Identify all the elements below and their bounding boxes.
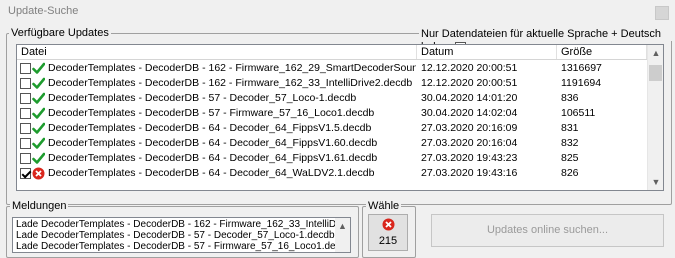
cell-size: 1191694 bbox=[561, 77, 602, 89]
column-header-file[interactable]: Datei bbox=[17, 45, 417, 59]
cell-size: 106511 bbox=[561, 107, 596, 119]
column-header-size[interactable]: Größe bbox=[557, 45, 647, 59]
cell-file: DecoderTemplates - DecoderDB - 57 - Deco… bbox=[48, 92, 357, 104]
table-row[interactable]: DecoderTemplates - DecoderDB - 57 - Firm… bbox=[17, 106, 647, 121]
cell-size: 832 bbox=[561, 137, 579, 149]
cell-file: DecoderTemplates - DecoderDB - 57 - Firm… bbox=[48, 107, 375, 119]
language-filter[interactable]: Nur Datendateien für aktuelle Sprache + … bbox=[419, 28, 675, 53]
cell-size: 826 bbox=[561, 167, 579, 179]
available-updates-legend: Verfügbare Updates bbox=[9, 27, 111, 39]
selected-count: 215 bbox=[378, 235, 398, 247]
scroll-thumb[interactable] bbox=[649, 65, 662, 81]
table-scrollbar[interactable]: ▲ ▼ bbox=[647, 45, 663, 190]
title-bar: Update-Suche bbox=[0, 0, 675, 22]
cell-date: 12.12.2020 20:00:51 bbox=[421, 77, 518, 89]
row-checkbox[interactable] bbox=[20, 108, 31, 119]
cell-file: DecoderTemplates - DecoderDB - 162 - Fir… bbox=[48, 62, 416, 74]
cell-file: DecoderTemplates - DecoderDB - 64 - Deco… bbox=[48, 167, 375, 179]
cell-date: 30.04.2020 14:02:04 bbox=[421, 107, 518, 119]
updates-table: Datei Datum Größe DecoderTemplates - Dec… bbox=[16, 44, 664, 191]
cell-date: 30.04.2020 14:01:20 bbox=[421, 92, 518, 104]
column-header-date[interactable]: Datum bbox=[417, 45, 557, 59]
selection-legend: Wähle bbox=[366, 200, 402, 212]
messages-legend: Meldungen bbox=[10, 200, 69, 212]
error-x-icon bbox=[382, 218, 395, 231]
error-x-icon bbox=[32, 167, 45, 180]
messages-list[interactable]: Lade DecoderTemplates - DecoderDB - 162 … bbox=[12, 217, 351, 253]
scroll-down-icon[interactable]: ▼ bbox=[648, 174, 663, 190]
cell-date: 27.03.2020 19:43:16 bbox=[421, 167, 518, 179]
table-row[interactable]: DecoderTemplates - DecoderDB - 64 - Deco… bbox=[17, 166, 647, 181]
row-checkbox[interactable] bbox=[20, 168, 31, 179]
table-row[interactable]: DecoderTemplates - DecoderDB - 64 - Deco… bbox=[17, 151, 647, 166]
table-row[interactable]: DecoderTemplates - DecoderDB - 162 - Fir… bbox=[17, 76, 647, 91]
ok-check-icon bbox=[32, 77, 45, 89]
cell-date: 12.12.2020 20:00:51 bbox=[421, 62, 518, 74]
search-updates-online-button[interactable]: Updates online suchen... bbox=[431, 214, 664, 247]
table-row[interactable]: DecoderTemplates - DecoderDB - 64 - Deco… bbox=[17, 136, 647, 151]
row-checkbox[interactable] bbox=[20, 78, 31, 89]
cell-size: 1316697 bbox=[561, 62, 602, 74]
ok-check-icon bbox=[32, 92, 45, 104]
table-row[interactable]: DecoderTemplates - DecoderDB - 57 - Deco… bbox=[17, 91, 647, 106]
table-row[interactable]: DecoderTemplates - DecoderDB - 162 - Fir… bbox=[17, 61, 647, 76]
cell-date: 27.03.2020 20:16:04 bbox=[421, 137, 518, 149]
ok-check-icon bbox=[32, 152, 45, 164]
ok-check-icon bbox=[32, 137, 45, 149]
message-line: Lade DecoderTemplates - DecoderDB - 162 … bbox=[16, 219, 351, 230]
cell-file: DecoderTemplates - DecoderDB - 64 - Deco… bbox=[48, 152, 378, 164]
ok-check-icon bbox=[32, 122, 45, 134]
window-title: Update-Suche bbox=[8, 5, 79, 17]
cell-date: 27.03.2020 19:43:23 bbox=[421, 152, 518, 164]
row-checkbox[interactable] bbox=[20, 123, 31, 134]
cell-size: 825 bbox=[561, 152, 579, 164]
row-checkbox[interactable] bbox=[20, 93, 31, 104]
ok-check-icon bbox=[32, 62, 45, 74]
cell-file: DecoderTemplates - DecoderDB - 64 - Deco… bbox=[48, 122, 372, 134]
cell-date: 27.03.2020 20:16:09 bbox=[421, 122, 518, 134]
table-row[interactable]: DecoderTemplates - DecoderDB - 64 - Deco… bbox=[17, 121, 647, 136]
row-checkbox[interactable] bbox=[20, 63, 31, 74]
row-checkbox[interactable] bbox=[20, 138, 31, 149]
cell-size: 831 bbox=[561, 122, 579, 134]
row-checkbox[interactable] bbox=[20, 153, 31, 164]
scroll-up-icon[interactable]: ▲ bbox=[335, 218, 350, 234]
message-line: Lade DecoderTemplates - DecoderDB - 57 -… bbox=[16, 241, 351, 252]
scroll-up-icon[interactable]: ▲ bbox=[648, 45, 663, 61]
message-line: Lade DecoderTemplates - DecoderDB - 57 -… bbox=[16, 230, 351, 241]
selected-count-button[interactable]: 215 bbox=[368, 214, 408, 251]
cell-file: DecoderTemplates - DecoderDB - 64 - Deco… bbox=[48, 137, 378, 149]
close-icon[interactable] bbox=[655, 6, 669, 20]
cell-file: DecoderTemplates - DecoderDB - 162 - Fir… bbox=[48, 77, 413, 89]
cell-size: 836 bbox=[561, 92, 579, 104]
table-header: Datei Datum Größe bbox=[17, 45, 647, 60]
ok-check-icon bbox=[32, 107, 45, 119]
messages-scrollbar[interactable]: ▲ bbox=[335, 218, 350, 252]
